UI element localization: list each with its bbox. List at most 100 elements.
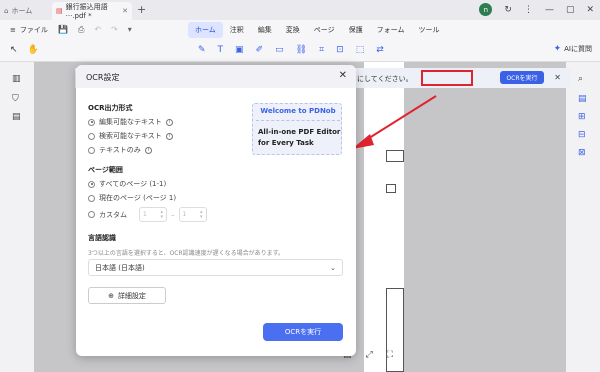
quick-access: 💾 ⎙ ↶ ↷ ▾	[58, 25, 132, 35]
option-label: カスタム	[99, 210, 127, 219]
output-format-title: OCR出力形式	[88, 104, 133, 112]
page-table-cell	[386, 184, 396, 193]
page-range-title: ページ範囲	[88, 166, 123, 174]
stamp-icon[interactable]: ⬚	[356, 45, 365, 55]
tab-annotate[interactable]: 注釈	[223, 22, 251, 38]
ai-sparkle-icon: ✦	[553, 44, 562, 54]
info-icon[interactable]: i	[165, 118, 173, 126]
sync-icon[interactable]: ↻	[504, 5, 512, 15]
tab-home[interactable]: ホーム	[188, 22, 223, 38]
page-to-stepper[interactable]: 1 ▴ ▾	[178, 207, 207, 222]
link-icon[interactable]: ⛓	[296, 45, 307, 55]
home-tools: ✎ T ▣ ✐ ▭ ⛓ ⌗ ⊡ ⬚ ⇄	[198, 45, 384, 55]
add-text-icon[interactable]: T	[218, 45, 224, 55]
page-from-stepper[interactable]: 1 ▴ ▾	[139, 207, 167, 222]
maximize-icon[interactable]: ▢	[566, 5, 575, 15]
radio-button[interactable]	[88, 146, 95, 154]
chevron-down-icon: ⌄	[330, 263, 336, 272]
range-option-current[interactable]: 現在のページ (ページ 1)	[88, 193, 176, 203]
undo-icon[interactable]: ↶	[94, 25, 101, 35]
page-tool-icon[interactable]: ▤	[578, 94, 587, 104]
right-sidebar: ⌕ ▤ ⊞ ⊟ ⊠	[566, 62, 600, 372]
file-menu-label: ファイル	[19, 26, 48, 34]
dialog-title: OCR設定	[86, 73, 120, 82]
redo-icon[interactable]: ↷	[111, 25, 118, 35]
minimize-icon[interactable]: —	[545, 5, 554, 15]
new-tab-icon[interactable]: +	[137, 3, 146, 16]
tab-edit[interactable]: 編集	[251, 22, 279, 38]
ocr-scan-icon[interactable]: ⊞	[578, 112, 586, 122]
edit-text-icon[interactable]: ✎	[198, 45, 206, 55]
comment-icon[interactable]: ▭	[275, 45, 284, 55]
avatar[interactable]: n	[479, 3, 493, 16]
comments-panel-icon[interactable]: ▤	[12, 112, 22, 122]
file-menu[interactable]: ≡ ファイル	[10, 25, 48, 35]
option-label: 現在のページ (ページ 1)	[99, 194, 177, 202]
print-icon[interactable]: ⎙	[78, 25, 84, 35]
compare-icon[interactable]: ⊠	[578, 148, 586, 158]
fit-page-icon[interactable]: ⤢	[366, 350, 373, 360]
advanced-settings-label: 詳細設定	[117, 291, 146, 300]
bookmark-icon[interactable]: ⛉	[12, 94, 22, 104]
tab-page[interactable]: ページ	[307, 22, 342, 38]
promo-line-1: All-in-one PDF Editor	[258, 128, 341, 136]
dropdown-icon[interactable]: ▾	[128, 25, 132, 35]
notice-text: にしてください。	[357, 75, 413, 83]
range-option-custom[interactable]: カスタム 1 ▴ ▾ – 1 ▴ ▾	[88, 207, 207, 222]
document-tab[interactable]: ▤ 銀行振込用語···.pdf * ✕	[52, 2, 132, 20]
menu-bar: ≡ ファイル 💾 ⎙ ↶ ↷ ▾ ホーム 注釈 編集 変換 ページ 保護 フォー…	[0, 20, 600, 40]
save-icon[interactable]: 💾	[58, 25, 68, 35]
run-ocr-button[interactable]: OCRを実行	[263, 323, 343, 341]
output-option-text-only[interactable]: テキストのみ i	[88, 145, 152, 155]
promo-headline: Welcome to PDNob	[260, 107, 336, 115]
add-image-icon[interactable]: ▣	[235, 45, 244, 55]
document-tab-label: 銀行振込用語···.pdf *	[65, 3, 108, 20]
convert-icon[interactable]: ⇄	[376, 45, 384, 55]
language-title: 言語認識	[88, 234, 116, 242]
search-icon[interactable]: ⌕	[578, 74, 583, 84]
radio-button[interactable]	[88, 211, 95, 218]
more-icon[interactable]: ⋮	[524, 5, 533, 15]
tab-form[interactable]: フォーム	[370, 22, 412, 38]
tab-convert[interactable]: 変換	[279, 22, 307, 38]
advanced-settings-button[interactable]: ⊕ 詳細設定	[88, 287, 166, 304]
info-icon[interactable]: i	[165, 132, 173, 140]
close-tab-icon[interactable]: ✕	[122, 7, 128, 15]
tab-tools[interactable]: ツール	[411, 22, 446, 38]
stepper-arrows-icon[interactable]: ▴ ▾	[160, 209, 163, 220]
range-separator: –	[171, 210, 175, 219]
range-option-all[interactable]: すべてのページ (1-1)	[88, 179, 166, 189]
radio-button[interactable]	[88, 132, 95, 140]
radio-button[interactable]	[88, 180, 95, 188]
highlight-icon[interactable]: ✐	[256, 45, 264, 55]
scan-icon[interactable]: ⊟	[578, 130, 586, 140]
home-tab[interactable]: ⌂ ホーム	[4, 4, 32, 17]
radio-button[interactable]	[88, 194, 95, 202]
stepper-arrows-icon[interactable]: ▴ ▾	[200, 209, 203, 220]
language-select[interactable]: 日本語 (日本語) ⌄	[88, 259, 343, 276]
notice-ocr-button[interactable]: OCRを実行	[500, 71, 544, 84]
radio-button[interactable]	[88, 118, 95, 126]
select-cursor-icon[interactable]: ↖	[10, 45, 18, 55]
settings-icon: ⊕	[108, 291, 114, 300]
ocr-settings-dialog: OCR設定 ✕ OCR出力形式 編集可能なテキスト i 検索可能なテキスト i …	[76, 65, 356, 356]
ocr-icon[interactable]: ⊡	[336, 45, 344, 55]
home-icon: ⌂	[4, 6, 9, 15]
output-option-editable[interactable]: 編集可能なテキスト i	[88, 117, 173, 127]
tool-bar: ↖ ✋ ✎ T ▣ ✐ ▭ ⛓ ⌗ ⊡ ⬚ ⇄ ✦ AIに質問	[0, 40, 600, 62]
thumbnails-icon[interactable]: ▥	[12, 74, 22, 84]
close-window-icon[interactable]: ✕	[586, 5, 594, 15]
info-icon[interactable]: i	[144, 146, 152, 154]
promo-line-2: for Every Task	[258, 139, 314, 147]
window-controls: n ↻ ⋮ — ▢ ✕	[479, 3, 594, 16]
output-option-searchable[interactable]: 検索可能なテキスト i	[88, 131, 173, 141]
close-notice-icon[interactable]: ✕	[554, 73, 561, 82]
tab-protect[interactable]: 保護	[342, 22, 370, 38]
annotation-highlight-box	[421, 70, 473, 86]
fullscreen-icon[interactable]: ⛶	[387, 350, 393, 360]
option-label: 検索可能なテキスト	[99, 132, 162, 140]
hand-tool-icon[interactable]: ✋	[28, 45, 39, 55]
crop-icon[interactable]: ⌗	[319, 45, 324, 55]
ai-ask-button[interactable]: ✦ AIに質問	[554, 44, 592, 54]
close-dialog-icon[interactable]: ✕	[339, 70, 347, 81]
